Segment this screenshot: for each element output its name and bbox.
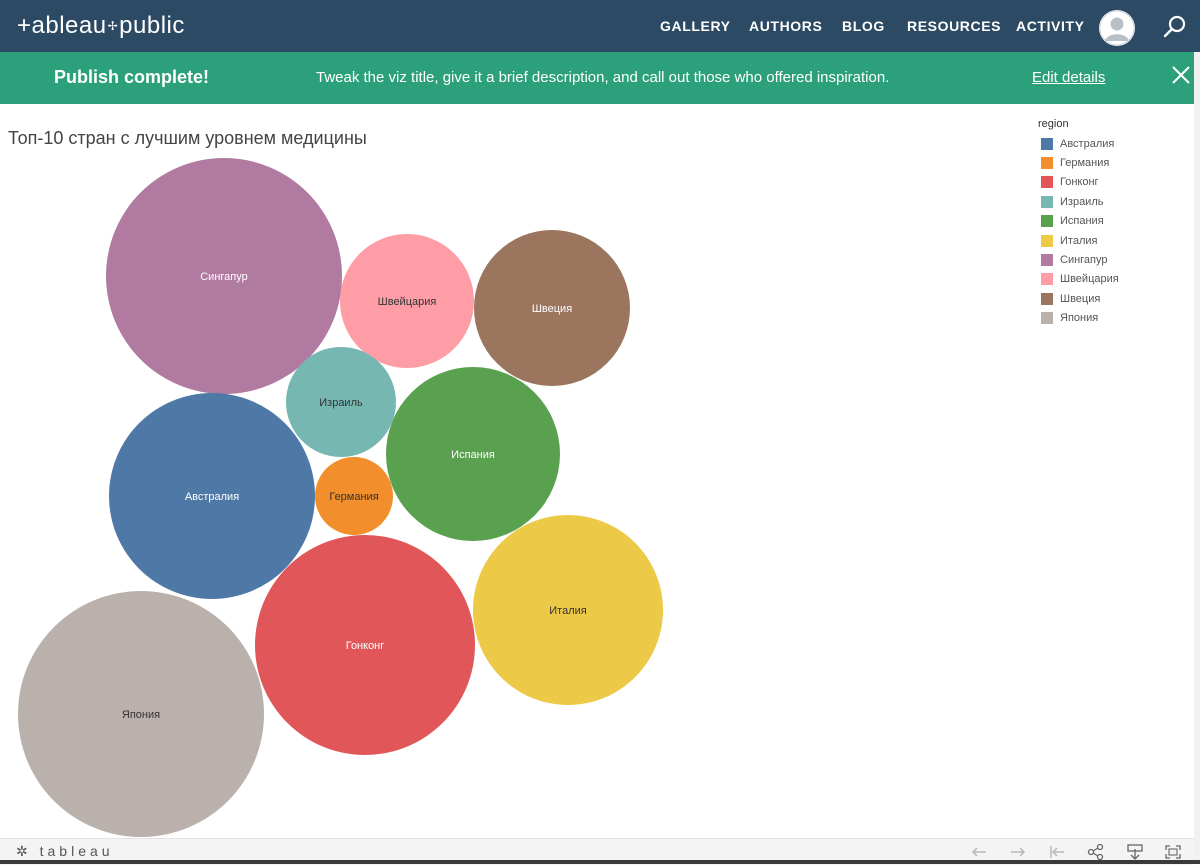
- legend-label: Италия: [1060, 234, 1098, 247]
- bubble-germany[interactable]: Германия: [315, 457, 393, 535]
- legend-label: Швеция: [1060, 292, 1101, 305]
- bubble-label: Япония: [122, 709, 160, 721]
- fullscreen-icon[interactable]: [1163, 843, 1183, 861]
- top-navigation-bar: +ableau✢public GALLERY AUTHORS BLOG RESO…: [0, 0, 1200, 52]
- legend-swatch: [1041, 254, 1053, 267]
- legend-label: Израиль: [1060, 195, 1104, 208]
- legend-swatch: [1041, 234, 1053, 247]
- logo-sparkle-icon: ✢: [107, 19, 119, 33]
- redo-icon[interactable]: [1008, 843, 1028, 861]
- legend-item[interactable]: Израиль: [1038, 192, 1188, 211]
- edit-details-link[interactable]: Edit details: [1032, 69, 1105, 86]
- bubble-australia[interactable]: Австралия: [109, 393, 315, 599]
- legend-swatch: [1041, 137, 1053, 150]
- legend-label: Гонконг: [1060, 176, 1099, 189]
- legend-item[interactable]: Сингапур: [1038, 250, 1188, 269]
- legend-item[interactable]: Италия: [1038, 231, 1188, 250]
- legend-swatch: [1041, 292, 1053, 305]
- bubble-label: Швеция: [532, 303, 572, 315]
- legend-swatch: [1041, 176, 1053, 189]
- nav-authors[interactable]: AUTHORS: [749, 18, 822, 34]
- packed-bubble-chart: Сингапур Япония Гонконг Австралия Италия…: [18, 158, 663, 837]
- tableau-public-logo[interactable]: +ableau✢public: [17, 12, 185, 40]
- bubble-label: Израиль: [319, 397, 363, 409]
- user-avatar-icon[interactable]: [1099, 10, 1135, 46]
- banner-title: Publish complete!: [54, 67, 210, 87]
- bubble-italy[interactable]: Италия: [473, 515, 663, 705]
- logo-text: +ableau: [17, 12, 107, 39]
- legend-item[interactable]: Испания: [1038, 212, 1188, 231]
- close-icon[interactable]: [1170, 64, 1192, 86]
- legend-swatch: [1041, 157, 1053, 170]
- legend-swatch: [1041, 215, 1053, 228]
- legend-label: Швейцария: [1060, 273, 1119, 286]
- publish-complete-banner: Publish complete! Tweak the viz title, g…: [0, 52, 1194, 104]
- legend-label: Сингапур: [1060, 254, 1108, 267]
- legend-item[interactable]: Швейцария: [1038, 270, 1188, 289]
- legend-label: Испания: [1060, 215, 1104, 228]
- bubble-label: Испания: [451, 449, 495, 461]
- nav-gallery[interactable]: GALLERY: [660, 18, 731, 34]
- share-icon[interactable]: [1086, 843, 1106, 861]
- bubble-switzerland[interactable]: Швейцария: [340, 234, 474, 368]
- color-legend: region Австралия Германия Гонконг Израил…: [1038, 118, 1188, 328]
- bubble-label: Швейцария: [378, 296, 437, 308]
- bubble-spain[interactable]: Испания: [386, 367, 560, 541]
- bubble-israel[interactable]: Израиль: [286, 347, 396, 457]
- legend-label: Германия: [1060, 157, 1110, 170]
- nav-blog[interactable]: BLOG: [842, 18, 885, 34]
- bubble-hong-kong[interactable]: Гонконг: [255, 535, 475, 755]
- legend-item[interactable]: Германия: [1038, 153, 1188, 172]
- logo-suffix: public: [119, 12, 185, 39]
- legend-swatch: [1041, 273, 1053, 286]
- legend-item[interactable]: Япония: [1038, 309, 1188, 328]
- revert-icon[interactable]: [1047, 843, 1067, 861]
- bubble-label: Гонконг: [346, 640, 385, 652]
- undo-icon[interactable]: [969, 843, 989, 861]
- bubble-sweden[interactable]: Швеция: [474, 230, 630, 386]
- tableau-footer-logo[interactable]: ✲ tableau: [16, 843, 114, 860]
- bubble-japan[interactable]: Япония: [18, 591, 264, 837]
- legend-label: Япония: [1060, 312, 1099, 325]
- legend-swatch: [1041, 195, 1053, 208]
- legend-item[interactable]: Австралия: [1038, 134, 1188, 153]
- taskbar-strip: [0, 860, 1200, 864]
- scrollbar-track[interactable]: [1194, 52, 1200, 864]
- bubble-singapore[interactable]: Сингапур: [106, 158, 342, 394]
- tableau-sparkle-icon: ✲: [16, 843, 32, 859]
- download-icon[interactable]: [1125, 843, 1145, 861]
- bubble-label: Германия: [329, 491, 378, 503]
- legend-item[interactable]: Гонконг: [1038, 173, 1188, 192]
- legend-title: region: [1038, 118, 1069, 130]
- legend-item[interactable]: Швеция: [1038, 289, 1188, 308]
- banner-message: Tweak the viz title, give it a brief des…: [316, 69, 890, 86]
- nav-resources[interactable]: RESOURCES: [907, 18, 1001, 34]
- search-icon[interactable]: [1160, 12, 1190, 42]
- bubble-label: Австралия: [185, 491, 239, 503]
- bubble-label: Италия: [549, 605, 587, 617]
- bubble-label: Сингапур: [200, 271, 248, 283]
- legend-label: Австралия: [1060, 137, 1115, 150]
- nav-activity[interactable]: ACTIVITY: [1016, 18, 1085, 34]
- legend-swatch: [1041, 312, 1053, 325]
- footer-logo-text: tableau: [39, 843, 114, 859]
